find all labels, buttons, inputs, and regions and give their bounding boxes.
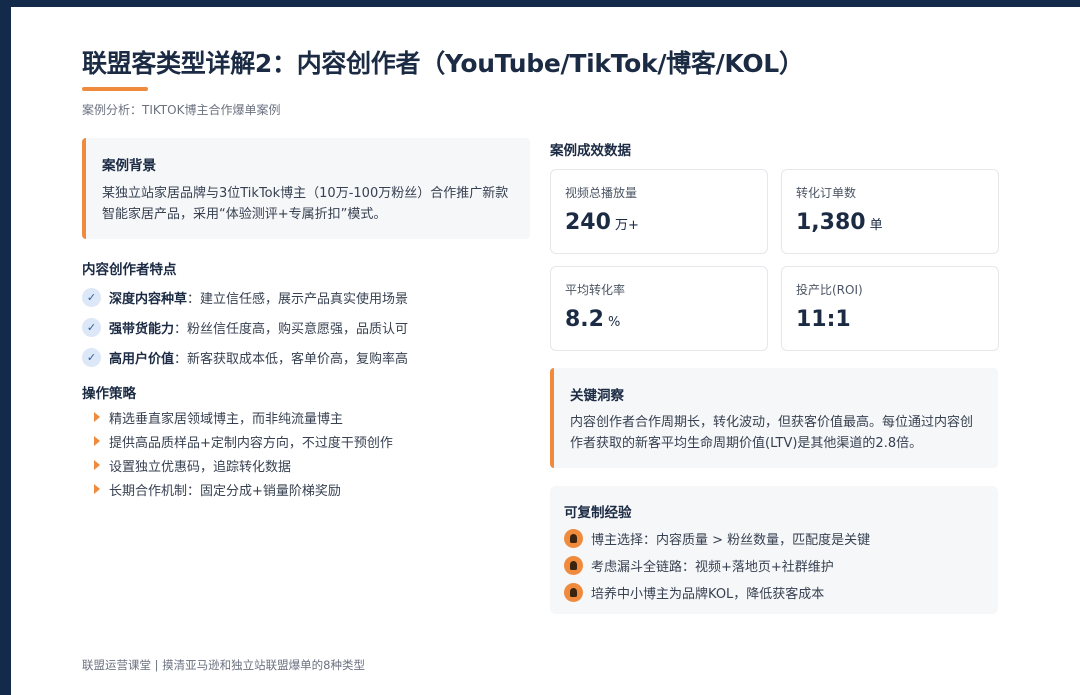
key-insight-card: 关键洞察 内容创作者合作周期长，转化波动，但获客价值最高。每位通过内容创作者获取… [550,368,998,468]
stat-card-views: 视频总播放量 240 万+ [550,169,768,254]
feature-item: ✓ 深度内容种草 ：建立信任感，展示产品真实使用场景 [82,282,408,312]
top-frame-bar [0,0,1080,7]
feature-title: 强带货能力 [109,321,175,337]
stat-label: 转化订单数 [796,186,857,200]
feature-item: ✓ 强带货能力 ：粉丝信任度高，购买意愿强，品质认可 [82,312,408,342]
strategy-item: 长期合作机制：固定分成+销量阶梯奖励 [94,477,393,501]
stat-card-conversion: 平均转化率 8.2% [550,266,768,351]
key-insight-heading: 关键洞察 [570,388,624,404]
stat-unit: % [607,315,621,330]
experience-item: 博主选择：内容质量 > 粉丝数量，匹配度是关键 [564,525,984,552]
feature-title: 高用户价值 [109,351,175,367]
page-subtitle: 案例分析：TIKTOK博主合作爆单案例 [82,103,281,117]
feature-desc: ：粉丝信任度高，购买意愿强，品质认可 [174,321,409,337]
strategy-text: 长期合作机制：固定分成+销量阶梯奖励 [109,483,341,499]
check-icon: ✓ [82,317,101,337]
check-icon: ✓ [82,287,101,307]
feature-desc: ：新客获取成本低，客单价高，复购率高 [174,351,409,367]
lightbulb-icon [564,556,583,575]
strategy-heading: 操作策略 [82,386,136,402]
stat-unit: 万+ [614,218,639,233]
triangle-bullet-icon [94,460,100,470]
stat-card-roi: 投产比(ROI) 11:1 [781,266,999,351]
strategy-text: 精选垂直家居领域博主，而非纯流量博主 [109,411,344,427]
lightbulb-icon [564,529,583,548]
page-title: 联盟客类型详解2：内容创作者（YouTube/TikTok/博客/KOL） [82,49,804,78]
experience-item: 培养中小博主为品牌KOL，降低获客成本 [564,579,984,606]
strategy-text: 设置独立优惠码，追踪转化数据 [109,459,292,475]
experience-text: 考虑漏斗全链路：视频+落地页+社群维护 [591,560,834,575]
case-background-text: 某独立站家居品牌与3位TikTok博主（10万-100万粉丝）合作推广新款智能家… [102,186,509,222]
stat-value: 240 [565,210,611,235]
stat-label: 平均转化率 [565,283,626,297]
strategy-item: 设置独立优惠码，追踪转化数据 [94,453,393,477]
case-background-heading: 案例背景 [102,158,156,174]
features-heading: 内容创作者特点 [82,262,177,278]
lightbulb-icon [564,583,583,602]
strategy-list: 精选垂直家居领域博主，而非纯流量博主 提供高品质样品+定制内容方向，不过度干预创… [94,405,393,501]
strategy-item: 提供高品质样品+定制内容方向，不过度干预创作 [94,429,393,453]
stat-label: 投产比(ROI) [796,283,863,297]
feature-item: ✓ 高用户价值 ：新客获取成本低，客单价高，复购率高 [82,342,408,372]
experience-heading: 可复制经验 [564,505,632,521]
stat-value: 1,380 [796,210,866,235]
experience-text: 博主选择：内容质量 > 粉丝数量，匹配度是关键 [591,533,871,548]
stat-unit: 单 [869,218,883,233]
experience-text: 培养中小博主为品牌KOL，降低获客成本 [591,587,825,602]
triangle-bullet-icon [94,484,100,494]
strategy-text: 提供高品质样品+定制内容方向，不过度干预创作 [109,435,393,451]
features-list: ✓ 深度内容种草 ：建立信任感，展示产品真实使用场景 ✓ 强带货能力 ：粉丝信任… [82,282,408,372]
key-insight-text: 内容创作者合作周期长，转化波动，但获客价值最高。每位通过内容创作者获取的新客平均… [570,415,974,451]
left-frame-bar [0,0,11,695]
results-heading: 案例成效数据 [550,143,631,159]
triangle-bullet-icon [94,436,100,446]
replicable-experience-card: 可复制经验 博主选择：内容质量 > 粉丝数量，匹配度是关键 考虑漏斗全链路：视频… [550,486,998,614]
stat-value: 11:1 [796,307,851,332]
case-background-card: 案例背景 某独立站家居品牌与3位TikTok博主（10万-100万粉丝）合作推广… [82,138,530,239]
stat-card-orders: 转化订单数 1,380 单 [781,169,999,254]
check-icon: ✓ [82,347,101,367]
experience-item: 考虑漏斗全链路：视频+落地页+社群维护 [564,552,984,579]
triangle-bullet-icon [94,412,100,422]
title-underline [82,87,148,91]
page-footer: 联盟运营课堂 | 摸清亚马逊和独立站联盟爆单的8种类型 [82,658,365,672]
feature-desc: ：建立信任感，展示产品真实使用场景 [187,291,409,307]
stat-value: 8.2 [565,307,604,332]
strategy-item: 精选垂直家居领域博主，而非纯流量博主 [94,405,393,429]
stat-label: 视频总播放量 [565,186,638,200]
feature-title: 深度内容种草 [109,291,188,307]
